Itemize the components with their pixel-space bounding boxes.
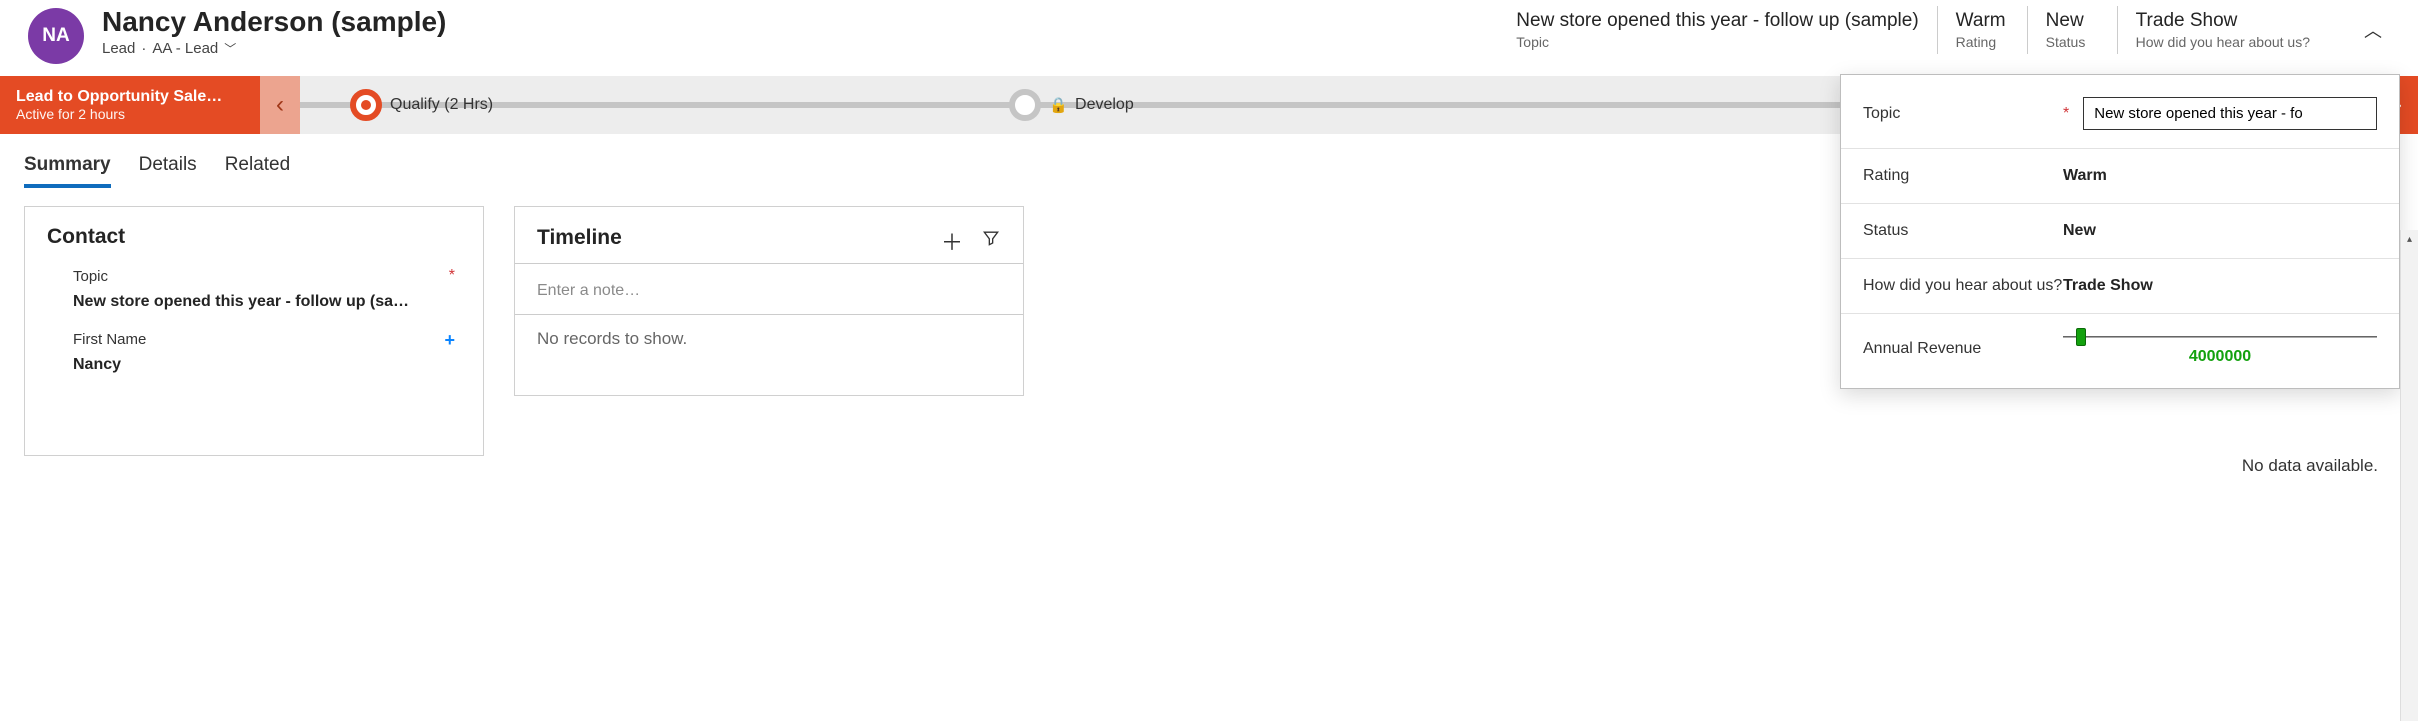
topic-input[interactable] [2083,97,2377,130]
metric-label: Rating [1956,34,2009,50]
required-indicator: * [449,267,455,285]
contact-panel: Contact Topic * New store opened this ye… [24,206,484,456]
metric-value: Warm [1956,10,2009,32]
process-prev-button[interactable]: ‹ [260,76,300,134]
form-name: AA - Lead [152,40,218,57]
flyout-label: Rating [1863,167,2063,185]
stage-label: 🔒 Develop [1049,96,1133,114]
flyout-row-rating[interactable]: Rating Warm [1841,149,2399,204]
flyout-value[interactable]: Trade Show [2063,277,2377,295]
field-firstname[interactable]: First Name + Nancy [73,331,455,374]
header-edit-flyout: Topic * Rating Warm Status New How did y… [1840,74,2400,389]
flyout-value[interactable]: Warm [2063,167,2377,185]
stage-dot [1009,89,1041,121]
field-label: Topic [73,268,108,285]
timeline-empty: No records to show. [537,329,1001,349]
stage-qualify[interactable]: Qualify (2 Hrs) [350,89,1009,121]
process-name: Lead to Opportunity Sale… [16,88,244,106]
tab-summary[interactable]: Summary [24,154,111,188]
metric-label: How did you hear about us? [2136,34,2310,50]
add-icon[interactable]: ＋ [941,225,963,257]
subtitle-sep: · [141,40,146,57]
lock-icon: 🔒 [1049,96,1068,114]
record-header: NA Nancy Anderson (sample) Lead · AA - L… [0,0,2418,70]
tab-details[interactable]: Details [139,154,197,188]
record-name: Nancy Anderson (sample) [102,6,602,38]
revenue-slider[interactable]: 4000000 [2063,332,2377,366]
flyout-value[interactable]: New [2063,222,2377,240]
metric-topic[interactable]: New store opened this year - follow up (… [1516,6,1936,54]
chevron-down-icon[interactable]: ﹀ [224,40,236,57]
vertical-scrollbar[interactable]: ▴ [2400,230,2418,721]
flyout-label: How did you hear about us? [1863,277,2063,295]
stage-develop[interactable]: 🔒 Develop [1009,89,1668,121]
side-nodata: No data available. [2242,456,2378,476]
metric-status[interactable]: New Status [2027,6,2117,54]
field-value[interactable]: New store opened this year - follow up (… [73,293,455,311]
process-title[interactable]: Lead to Opportunity Sale… Active for 2 h… [0,76,260,134]
process-duration: Active for 2 hours [16,106,244,122]
slider-value: 4000000 [2189,348,2251,366]
stage-dot-active [350,89,382,121]
filter-icon[interactable] [981,228,1001,254]
note-input[interactable]: Enter a note… [515,276,1023,315]
metric-value: New store opened this year - follow up (… [1516,10,1918,32]
contact-heading: Contact [47,225,461,249]
tab-related[interactable]: Related [225,154,291,188]
field-label: First Name [73,331,146,348]
flyout-row-topic: Topic * [1841,79,2399,149]
metric-rating[interactable]: Warm Rating [1937,6,2027,54]
flyout-row-revenue[interactable]: Annual Revenue 4000000 [1841,314,2399,384]
collapse-header-icon[interactable]: ︿ [2358,11,2388,49]
field-topic[interactable]: Topic * New store opened this year - fol… [73,267,455,311]
flyout-row-source[interactable]: How did you hear about us? Trade Show [1841,259,2399,314]
divider [515,263,1023,264]
metric-value: New [2046,10,2099,32]
flyout-label: Annual Revenue [1863,340,2063,358]
entity-name: Lead [102,40,135,57]
recommended-indicator: + [444,335,455,345]
required-indicator: * [2063,105,2069,123]
metric-label: Topic [1516,34,1918,50]
header-metrics: New store opened this year - follow up (… [1516,6,2398,54]
record-subtitle[interactable]: Lead · AA - Lead ﹀ [102,40,602,57]
stage-text: Develop [1075,96,1134,114]
metric-source[interactable]: Trade Show How did you hear about us? [2117,6,2328,54]
flyout-label: Topic [1863,105,2063,123]
title-block: Nancy Anderson (sample) Lead · AA - Lead… [102,6,602,57]
stage-label: Qualify (2 Hrs) [390,96,493,114]
metric-value: Trade Show [2136,10,2310,32]
scroll-up-icon[interactable]: ▴ [2401,230,2418,248]
timeline-heading: Timeline [537,226,923,250]
flyout-row-status[interactable]: Status New [1841,204,2399,259]
slider-thumb[interactable] [2076,328,2086,346]
timeline-panel: Timeline ＋ Enter a note… No records to s… [514,206,1024,396]
flyout-label: Status [1863,222,2063,240]
metric-label: Status [2046,34,2099,50]
field-value[interactable]: Nancy [73,356,455,374]
avatar: NA [28,8,84,64]
slider-rail [2063,336,2377,338]
